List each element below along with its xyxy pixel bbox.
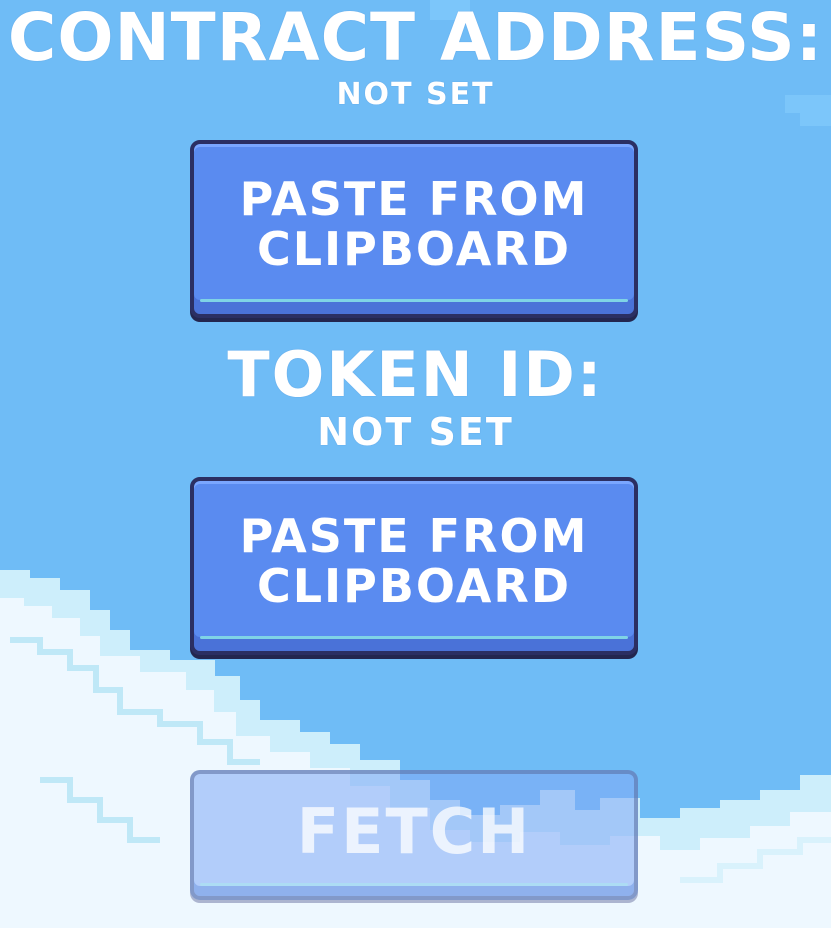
paste-token-id-button[interactable]: PASTE FROM CLIPBOARD [190, 477, 638, 655]
token-id-heading: TOKEN ID: [227, 338, 604, 411]
fetch-button-label: FETCH [296, 795, 532, 868]
contract-address-value: NOT SET [336, 77, 495, 112]
paste-token-id-label: PASTE FROM CLIPBOARD [239, 509, 589, 613]
contract-address-heading: CONTRACT ADDRESS: [7, 0, 824, 76]
fetch-button[interactable]: FETCH [190, 770, 638, 900]
paste-contract-address-button[interactable]: PASTE FROM CLIPBOARD [190, 140, 638, 318]
paste-contract-address-label: PASTE FROM CLIPBOARD [239, 172, 589, 276]
token-id-value: NOT SET [317, 410, 514, 454]
